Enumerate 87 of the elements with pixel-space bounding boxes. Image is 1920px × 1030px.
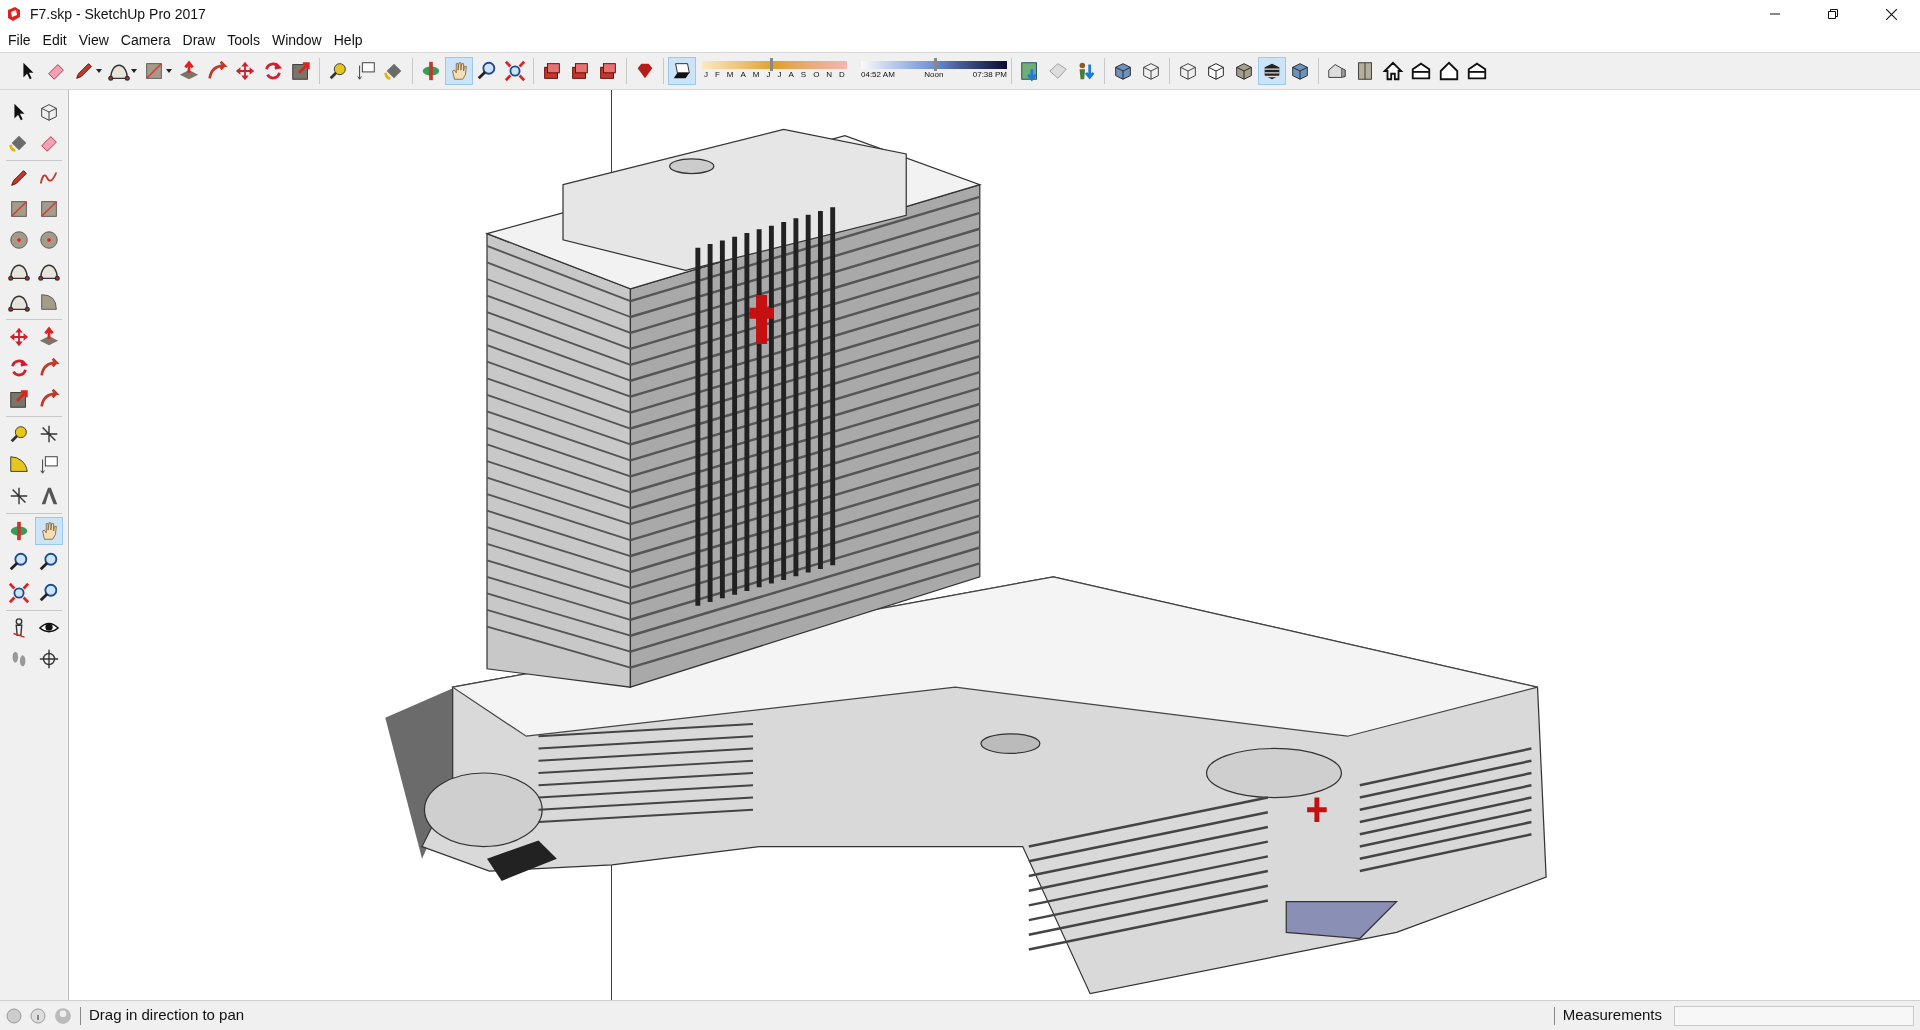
zoom-extents-icon [504,60,526,82]
wireframe-cube-icon [1177,60,1199,82]
menu-item[interactable]: Camera [114,30,177,50]
month-label: O [813,69,820,81]
push-pull-icon [38,326,60,348]
month-label: S [800,69,807,81]
menu-item[interactable]: Tools [221,30,266,50]
shaded-textures-button[interactable] [1258,57,1286,85]
measurements-label: Measurements [1562,1005,1662,1026]
month-label: N [826,69,833,81]
magnifier-icon [8,551,30,573]
time-slider[interactable] [861,61,1007,69]
caret-icon [131,69,137,73]
menu-item[interactable]: View [72,30,115,50]
scale-icon [290,60,312,82]
measurements-field[interactable] [1674,1005,1914,1026]
pie-icon [38,291,60,313]
outlined-cube-icon [1205,60,1227,82]
geo-location-icon [6,1007,22,1024]
month-label: M [752,69,760,81]
user-icon [54,1006,72,1025]
push-pull-icon [178,60,200,82]
text-label-icon [38,454,60,476]
house-icon [1466,60,1488,82]
circle-icon [8,229,30,251]
caret-icon [166,69,172,73]
menu-item[interactable]: Window [265,30,328,50]
move-arrows-icon [8,326,30,348]
orbit-icon [8,520,30,542]
axes-icon [8,485,30,507]
close-icon [1885,8,1897,20]
app-logo-icon [6,6,22,22]
stacked-boxes-icon [569,60,591,82]
magnifier-icon [476,60,498,82]
model-viewport[interactable] [69,90,1920,1000]
text-label-icon [355,60,377,82]
orbit-icon [420,60,442,82]
axes-icon [38,423,60,445]
magnifier-icon [38,551,60,573]
tape-measure-icon [327,60,349,82]
time-label: Noon [924,69,944,81]
date-slider[interactable] [702,61,847,69]
window-title: F7.skp - SketchUp Pro 2017 [30,4,206,24]
caret-icon [96,69,102,73]
month-label: J [777,69,782,81]
restore-icon [1828,9,1838,19]
month-label: F [715,69,720,81]
house-icon [1410,60,1432,82]
rectangle-icon [143,60,165,82]
move-arrows-icon [234,60,256,82]
month-label: J [704,69,708,81]
month-label: A [788,69,794,81]
time-label: 07:38 PM [972,69,1007,81]
info-icon [30,1007,46,1024]
pencil-icon [73,60,95,82]
house-icon [1382,60,1404,82]
month-label: D [839,69,845,81]
magnifier-icon [38,582,60,604]
tape-measure-icon [8,423,30,445]
time-label: 04:52 AM [861,69,895,81]
pencil-icon [8,167,30,189]
circle-icon [38,229,60,251]
scale-icon [8,388,30,410]
menu-item[interactable]: File [2,30,37,50]
shaded-cube-icon [1233,60,1255,82]
menu-item[interactable]: Help [327,30,369,50]
wireframe-cube-icon [1140,60,1162,82]
sheet-icon [1047,60,1069,82]
menu-item[interactable]: Draw [176,30,222,50]
month-label: A [740,69,746,81]
rectangle-icon [38,198,60,220]
rectangle-icon [8,198,30,220]
month-label: J [766,69,771,81]
house-outline-icon [1438,60,1460,82]
section-plane-icon [38,648,60,670]
stacked-boxes-icon [541,60,563,82]
menu-item[interactable]: Edit [36,30,73,50]
rotate-arrows-icon [262,60,284,82]
wireframe-cube-icon [38,101,60,123]
cube-icon [1289,60,1311,82]
rotate-arrows-icon [8,357,30,379]
month-label: M [726,69,734,81]
stacked-boxes-icon [597,60,619,82]
cube-icon [1112,60,1134,82]
shadows-toggle-button[interactable] [668,57,696,85]
zoom-extents-icon [8,582,30,604]
status-message: Drag in direction to pan [89,1005,245,1026]
